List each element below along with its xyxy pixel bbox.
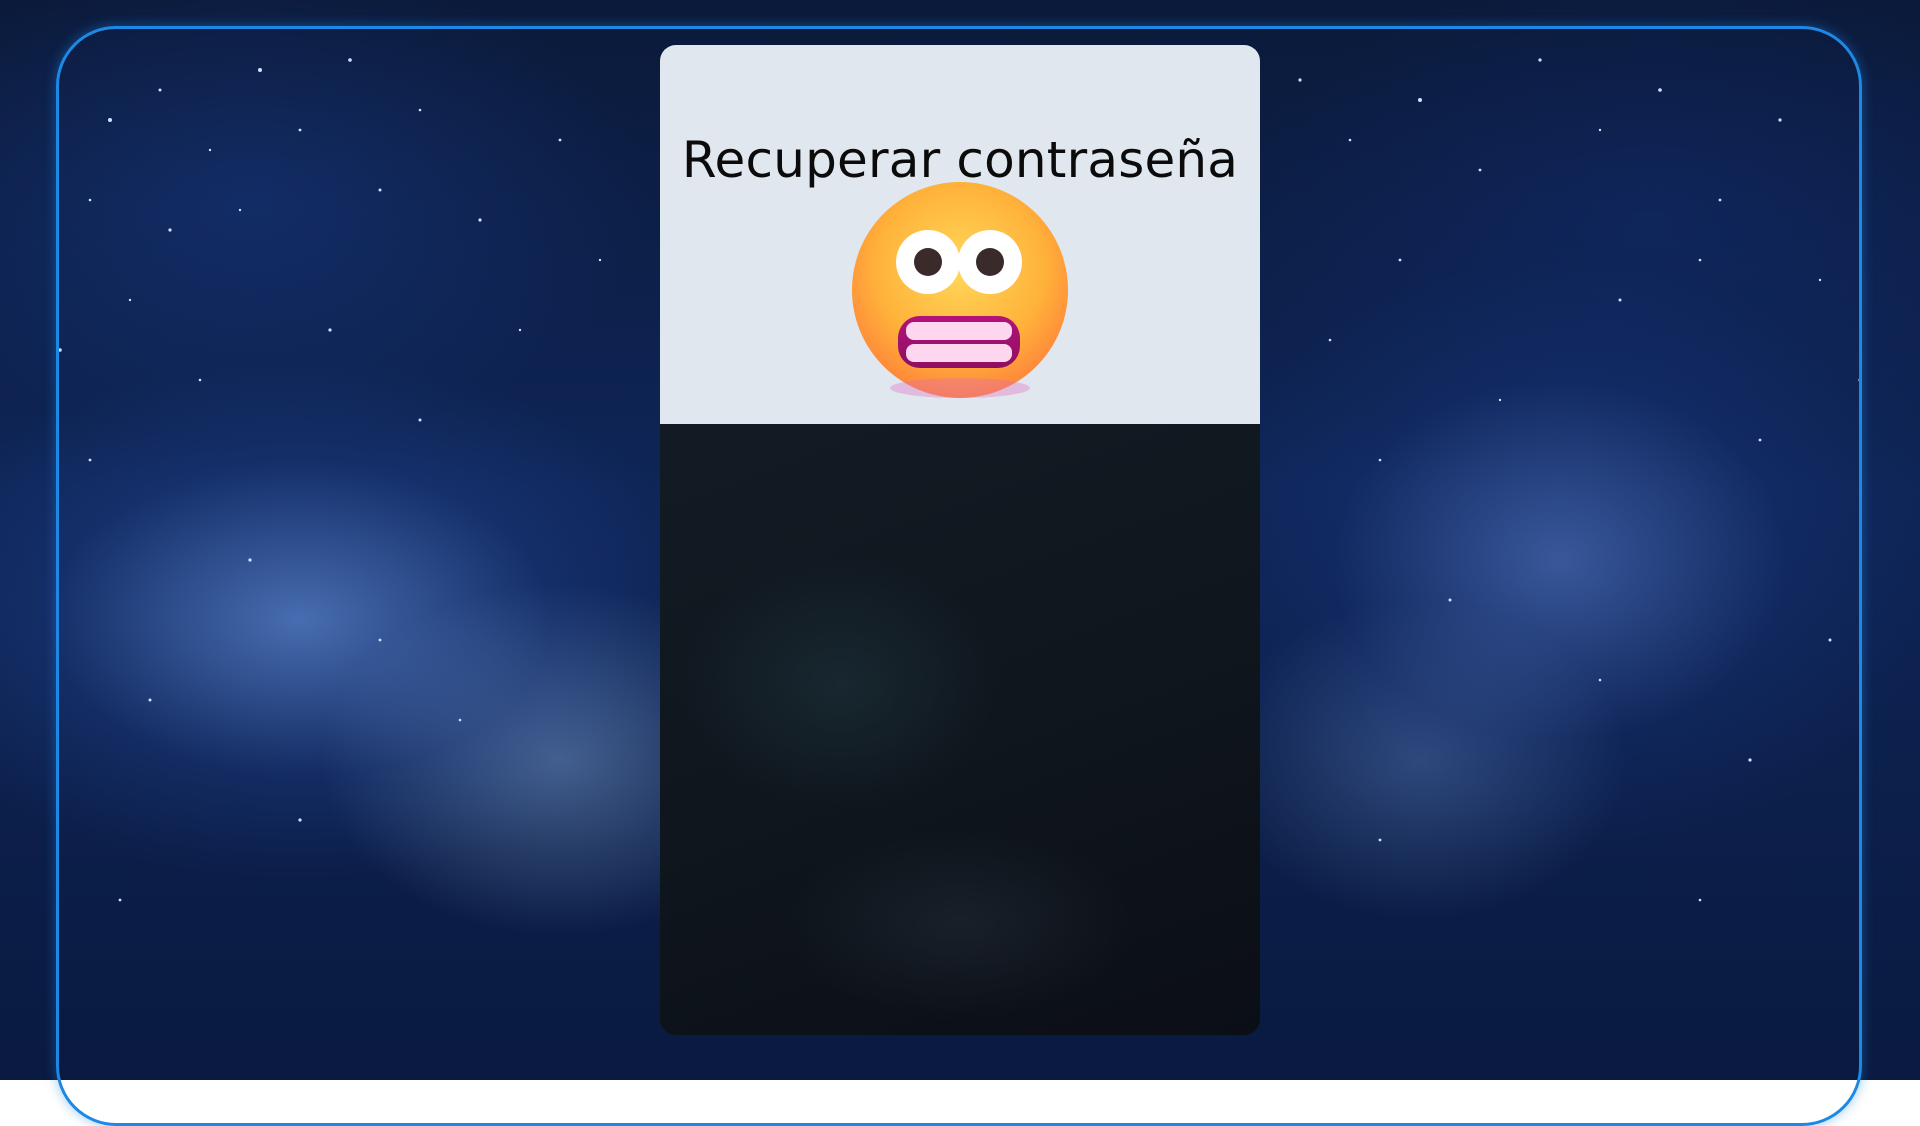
grimacing-face-icon <box>852 182 1068 398</box>
page-title: Recuperar contraseña <box>681 131 1239 189</box>
password-recovery-card: Recuperar contraseña <box>660 45 1260 1035</box>
card-body <box>660 424 1260 1035</box>
card-header: Recuperar contraseña <box>660 45 1260 424</box>
